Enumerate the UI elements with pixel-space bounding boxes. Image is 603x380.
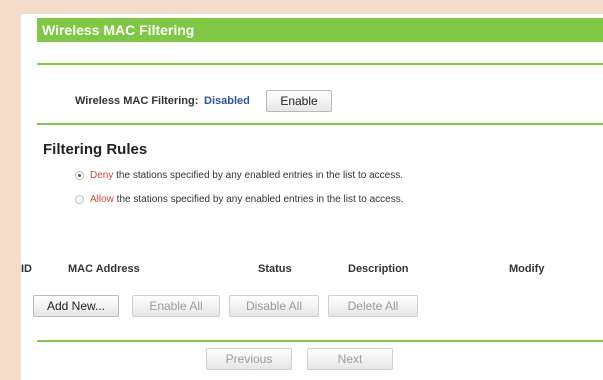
- allow-description: the stations specified by any enabled en…: [113, 194, 404, 205]
- deny-radio[interactable]: [75, 170, 84, 180]
- mac-filtering-status: Disabled: [204, 95, 250, 107]
- column-header-id: ID: [21, 263, 32, 275]
- filtering-rules-heading: Filtering Rules: [43, 141, 148, 158]
- content-panel: Wireless MAC Filtering Wireless MAC Filt…: [21, 14, 603, 380]
- previous-button[interactable]: Previous: [206, 348, 292, 370]
- delete-all-button[interactable]: Delete All: [328, 295, 418, 317]
- enable-button[interactable]: Enable: [266, 90, 332, 112]
- deny-keyword: Deny: [90, 170, 114, 181]
- divider: [37, 123, 603, 125]
- deny-description: the stations specified by any enabled en…: [113, 170, 403, 181]
- divider: [37, 340, 603, 342]
- column-header-description: Description: [348, 263, 409, 275]
- page-title: Wireless MAC Filtering: [37, 18, 603, 42]
- allow-option[interactable]: Allow the stations specified by any enab…: [75, 194, 404, 205]
- next-button[interactable]: Next: [307, 348, 393, 370]
- column-header-modify: Modify: [509, 263, 545, 275]
- allow-radio[interactable]: [75, 194, 84, 204]
- enable-all-button[interactable]: Enable All: [132, 295, 220, 317]
- deny-option[interactable]: Deny the stations specified by any enabl…: [75, 170, 403, 181]
- allow-keyword: Allow: [90, 194, 114, 205]
- mac-filtering-label: Wireless MAC Filtering:: [75, 95, 199, 107]
- divider: [37, 63, 603, 65]
- disable-all-button[interactable]: Disable All: [229, 295, 319, 317]
- add-new-button[interactable]: Add New...: [33, 295, 119, 317]
- column-header-status: Status: [258, 263, 292, 275]
- column-header-mac-address: MAC Address: [68, 263, 140, 275]
